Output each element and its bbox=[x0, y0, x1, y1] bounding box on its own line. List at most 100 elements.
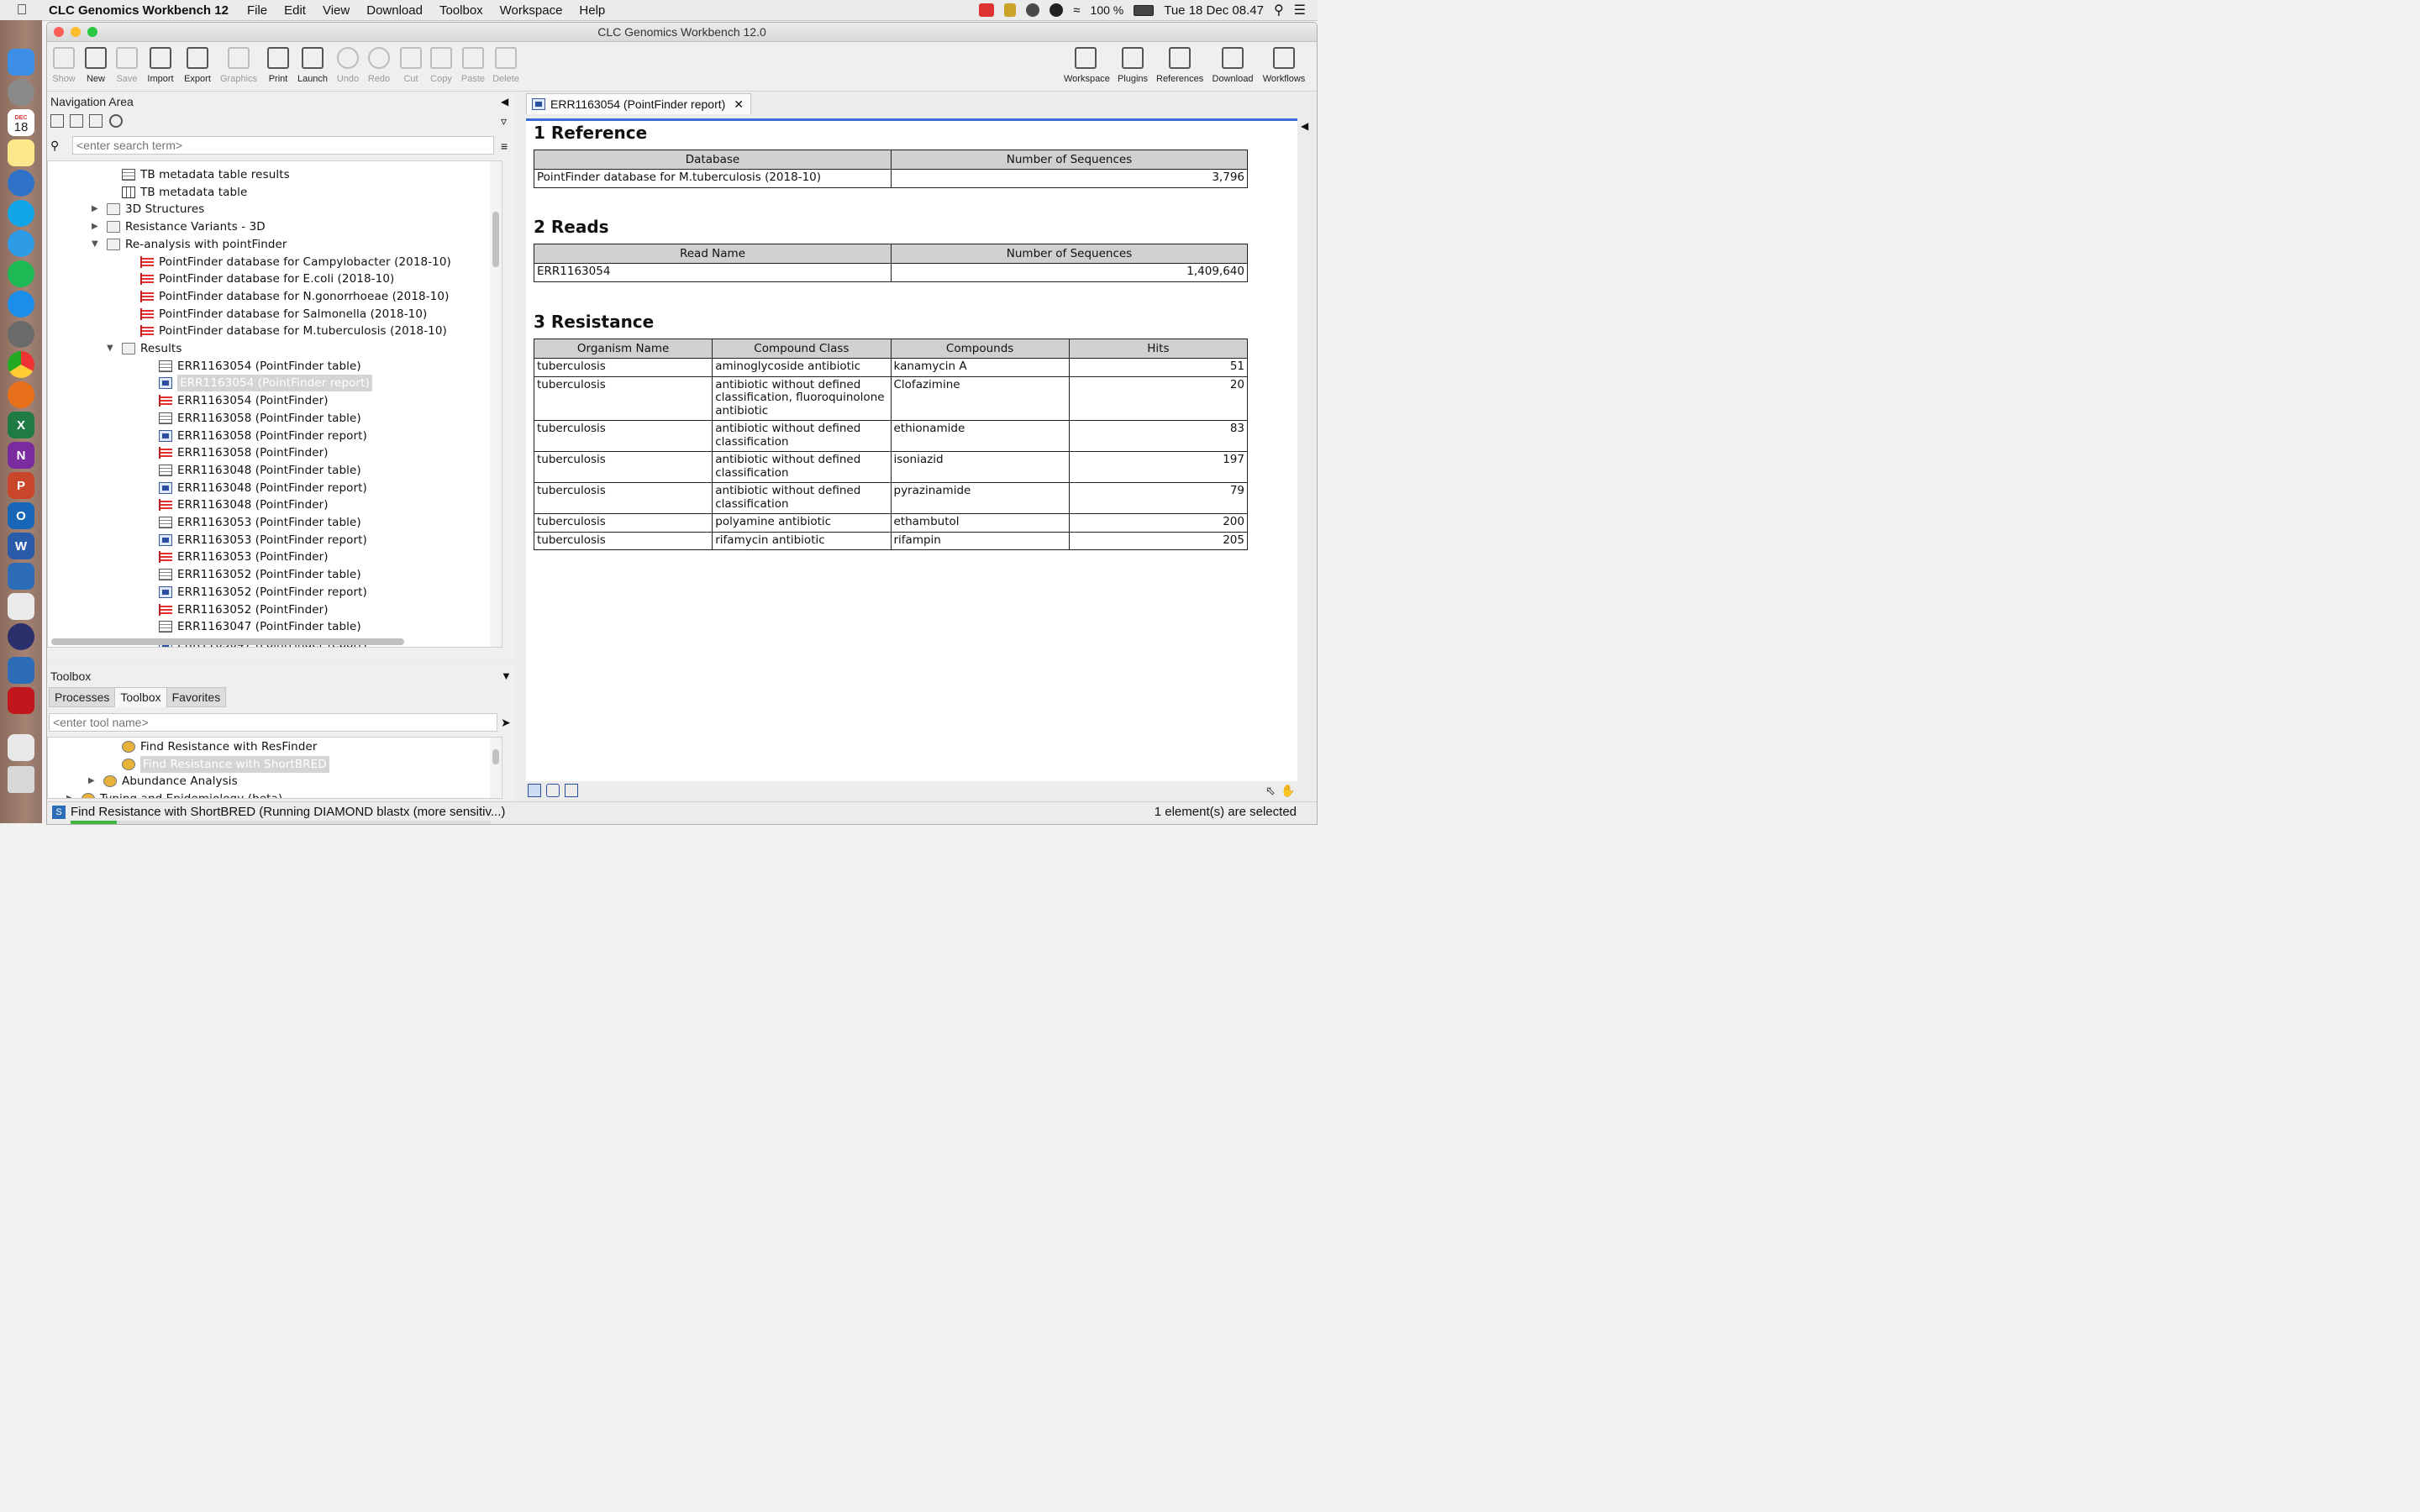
wifi-icon[interactable]: ≈ bbox=[1073, 3, 1080, 18]
search-menu-icon[interactable]: ≡ bbox=[501, 139, 514, 153]
new-folder-icon[interactable] bbox=[70, 114, 83, 128]
menu-view[interactable]: View bbox=[323, 3, 350, 18]
navigation-tree-horizontal-scrollbar[interactable] bbox=[51, 638, 404, 645]
clock[interactable]: Tue 18 Dec 08.47 bbox=[1164, 3, 1264, 18]
tree-item[interactable]: ▼ Re-analysis with pointFinder bbox=[92, 236, 287, 253]
navigation-tree[interactable]: TB metadata table results TB metadata tab… bbox=[47, 160, 502, 648]
editor-tab-report[interactable]: ERR1163054 (PointFinder report) ✕ bbox=[526, 93, 752, 114]
battery-icon[interactable] bbox=[1134, 4, 1155, 16]
tab-processes[interactable]: Processes bbox=[49, 687, 116, 707]
onenote-icon[interactable]: N bbox=[8, 442, 34, 469]
tree-item[interactable]: ERR1163052 (PointFinder table) bbox=[159, 566, 361, 583]
tree-item[interactable]: PointFinder database for M.tuberculosis … bbox=[140, 323, 447, 339]
downloads-stack-icon[interactable] bbox=[8, 734, 34, 761]
dropbox-icon[interactable] bbox=[979, 3, 995, 17]
navigation-tree-vertical-scrollbar[interactable] bbox=[490, 161, 502, 647]
collapsed-arrow-icon[interactable]: ▶ bbox=[88, 773, 98, 790]
tree-item[interactable]: ERR1163058 (PointFinder table) bbox=[159, 410, 361, 427]
excel-icon[interactable]: X bbox=[8, 412, 34, 438]
close-window-button[interactable] bbox=[54, 27, 64, 37]
graphics-button[interactable]: Graphics bbox=[220, 45, 257, 84]
mail-icon[interactable] bbox=[8, 170, 34, 197]
download-button[interactable]: Download bbox=[1209, 45, 1256, 84]
tree-item[interactable]: ERR1163053 (PointFinder) bbox=[159, 549, 329, 565]
navigation-tree-scroll-thumb[interactable] bbox=[492, 212, 499, 267]
menu-workspace[interactable]: Workspace bbox=[500, 3, 563, 18]
tree-item[interactable]: ERR1163048 (PointFinder) bbox=[159, 496, 329, 513]
open-folder-icon[interactable] bbox=[89, 114, 103, 128]
tool-item[interactable]: Find Resistance with ResFinder bbox=[122, 738, 318, 755]
tree-item[interactable]: ERR1163054 (PointFinder report) bbox=[159, 375, 372, 392]
clc-workbench-icon[interactable] bbox=[8, 657, 34, 684]
menu-download[interactable]: Download bbox=[366, 3, 423, 18]
history-view-icon[interactable] bbox=[546, 784, 560, 797]
menu-edit[interactable]: Edit bbox=[284, 3, 306, 18]
tree-item[interactable]: PointFinder database for Campylobacter (… bbox=[140, 254, 451, 270]
notes-icon[interactable] bbox=[8, 139, 34, 166]
collapse-panel-icon[interactable]: ◀ bbox=[501, 96, 514, 109]
zoom-window-button[interactable] bbox=[87, 27, 97, 37]
tree-item[interactable]: ERR1163058 (PointFinder) bbox=[159, 444, 329, 461]
tree-item[interactable]: TB metadata table results bbox=[122, 166, 290, 183]
menu-help[interactable]: Help bbox=[579, 3, 605, 18]
launchpad-icon[interactable] bbox=[8, 79, 34, 106]
tree-item[interactable]: ERR1163052 (PointFinder) bbox=[159, 601, 329, 618]
navigation-search-input[interactable] bbox=[72, 136, 494, 155]
filter-icon[interactable]: ▿ bbox=[501, 114, 514, 128]
word-icon[interactable]: W bbox=[8, 533, 34, 559]
tool-search-input[interactable] bbox=[49, 713, 497, 732]
import-button[interactable]: Import bbox=[142, 45, 179, 84]
report-view-icon[interactable] bbox=[528, 784, 541, 797]
tool-item[interactable]: Find Resistance with ShortBRED bbox=[122, 755, 329, 773]
collapsed-arrow-icon[interactable]: ▶ bbox=[92, 218, 102, 235]
print-button[interactable]: Print bbox=[260, 45, 297, 84]
paste-button[interactable]: Paste bbox=[455, 45, 492, 84]
tool-item[interactable]: ▶ Typing and Epidemiology (beta) bbox=[66, 790, 282, 798]
messages-icon[interactable] bbox=[8, 230, 34, 257]
process-status-text[interactable]: Find Resistance with ShortBRED (Running … bbox=[71, 805, 505, 819]
tree-item[interactable]: ERR1163052 (PointFinder report) bbox=[159, 584, 367, 601]
spotify-icon[interactable] bbox=[8, 260, 34, 287]
selection-mode-icon[interactable]: ⬁ bbox=[1265, 784, 1279, 797]
collapsed-arrow-icon[interactable]: ▶ bbox=[66, 790, 76, 798]
apple-menu-icon[interactable]:  bbox=[13, 0, 30, 20]
toolbox-menu-icon[interactable]: ▼ bbox=[501, 669, 514, 683]
tree-item[interactable]: PointFinder database for N.gonorrhoeae (… bbox=[140, 288, 449, 305]
tree-item[interactable]: ERR1163054 (PointFinder) bbox=[159, 392, 329, 409]
menu-toolbox[interactable]: Toolbox bbox=[439, 3, 483, 18]
acrobat-icon[interactable] bbox=[8, 687, 34, 714]
eclipse-icon[interactable] bbox=[8, 623, 34, 650]
add-element-icon[interactable] bbox=[50, 114, 64, 128]
tree-item[interactable]: ▶ Resistance Variants - 3D bbox=[92, 218, 266, 235]
outlook-icon[interactable]: O bbox=[8, 502, 34, 529]
minimize-window-button[interactable] bbox=[71, 27, 81, 37]
tree-item[interactable]: ▶ 3D Structures bbox=[92, 201, 204, 218]
process-icon[interactable]: S bbox=[52, 806, 66, 819]
toolbox-tree-scroll-thumb[interactable] bbox=[492, 749, 499, 764]
launch-tool-icon[interactable]: ➤ bbox=[501, 716, 514, 729]
toolbox-tree[interactable]: Find Resistance with ResFinder Find Resis… bbox=[47, 737, 502, 799]
spotlight-icon[interactable]: ⚲ bbox=[1274, 2, 1284, 18]
tree-item[interactable]: PointFinder database for E.coli (2018-10… bbox=[140, 270, 394, 287]
close-tab-icon[interactable]: ✕ bbox=[734, 94, 744, 114]
save-button[interactable]: Save bbox=[108, 45, 145, 84]
export-button[interactable]: Export bbox=[179, 45, 216, 84]
references-button[interactable]: References bbox=[1156, 45, 1203, 84]
skype-dock-icon[interactable] bbox=[8, 200, 34, 227]
collapsed-arrow-icon[interactable]: ▶ bbox=[92, 201, 102, 218]
toolbox-tree-scrollbar[interactable] bbox=[490, 738, 502, 798]
clc-genomics-icon[interactable] bbox=[8, 563, 34, 590]
side-panel-toggle-icon[interactable]: ◀ bbox=[1301, 120, 1314, 134]
app-store-icon[interactable] bbox=[8, 291, 34, 318]
tree-item[interactable]: ▼ Results bbox=[107, 340, 182, 357]
chrome-icon[interactable] bbox=[8, 351, 34, 378]
shield-icon[interactable] bbox=[1004, 3, 1017, 17]
skype-icon[interactable] bbox=[1050, 3, 1064, 17]
expanded-arrow-icon[interactable]: ▼ bbox=[107, 340, 117, 357]
tool-item[interactable]: ▶ Abundance Analysis bbox=[88, 773, 238, 790]
sync-icon[interactable] bbox=[1026, 3, 1040, 17]
delete-button[interactable]: Delete bbox=[487, 45, 524, 84]
airmail-icon[interactable] bbox=[8, 593, 34, 620]
tab-toolbox[interactable]: Toolbox bbox=[114, 687, 167, 707]
pan-mode-icon[interactable]: ✋ bbox=[1281, 784, 1295, 797]
